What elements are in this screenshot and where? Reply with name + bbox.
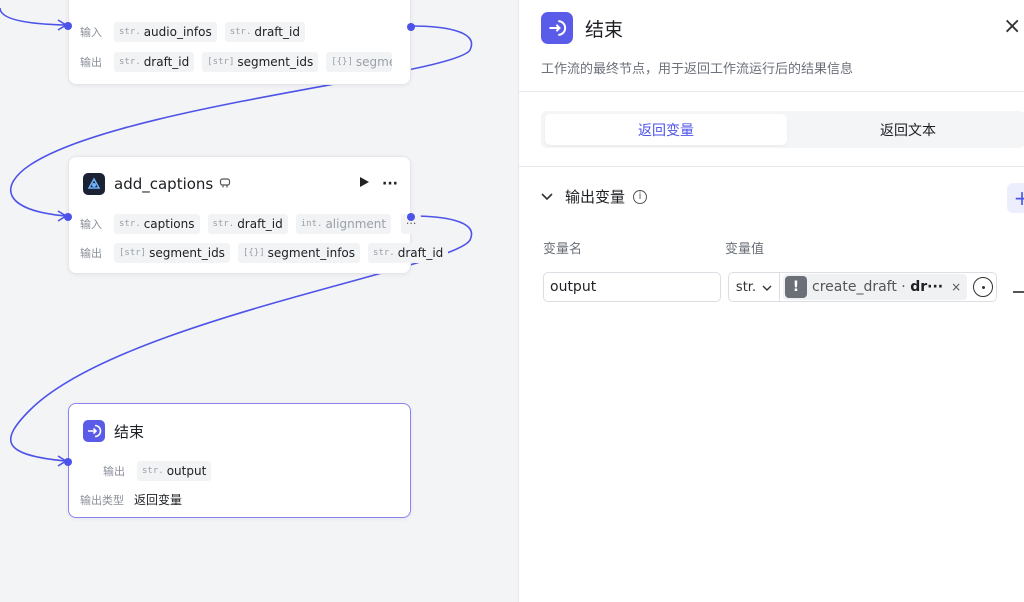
output-chip: str. output	[137, 460, 212, 481]
output-port[interactable]	[407, 23, 415, 31]
variable-picker-icon[interactable]	[973, 277, 994, 297]
type-label: str.	[735, 279, 757, 295]
input-chip: str. captions	[114, 213, 200, 234]
section-title: 输出变量	[565, 188, 626, 206]
node-title: 结束	[114, 422, 145, 441]
node-title: add_captions	[114, 175, 214, 193]
close-icon[interactable]: ×	[1003, 14, 1024, 39]
node-input-row: 输入 str. audio_infos str. draft_id	[69, 17, 313, 46]
outputs-label: 输出	[80, 246, 102, 260]
node-menu-button[interactable]: ···	[382, 176, 398, 192]
chevron-down-icon	[762, 280, 772, 295]
node-input-row: 输入 str. captions str. draft_id int. alignme…	[69, 209, 422, 238]
variable-name-input[interactable]	[543, 272, 721, 302]
input-chip: str. draft_id	[207, 213, 288, 234]
tab-return-variable[interactable]: 返回变量	[545, 114, 787, 145]
info-icon[interactable]: i	[633, 189, 648, 204]
output-port[interactable]	[407, 213, 415, 221]
return-mode-tabs: 返回变量 返回文本	[541, 111, 1024, 148]
chevron-down-icon[interactable]	[541, 190, 553, 204]
output-chip: [{}] segment_infos	[237, 242, 361, 263]
outputs-label: 输出	[103, 464, 125, 478]
tab-return-text[interactable]: 返回文本	[791, 114, 1024, 145]
outputs-label: 输出	[80, 55, 102, 69]
input-chip: str. draft_id	[224, 21, 305, 42]
node-output-row: 输出 [str] segment_ids [{}] segment_infos st…	[69, 238, 449, 267]
panel-title: 结束	[585, 18, 624, 41]
node-output-row: 输出 str. output	[69, 456, 410, 485]
divider	[519, 166, 1024, 167]
input-port[interactable]	[64, 458, 72, 466]
node-output-type-row: 输出类型 返回变量	[69, 485, 410, 514]
output-type-value: 返回变量	[134, 493, 183, 507]
column-label-value: 变量值	[725, 242, 765, 257]
output-chip: [{}]segmen	[326, 51, 393, 72]
type-select[interactable]: str.	[729, 273, 780, 301]
variable-reference-tag[interactable]: ! create_draft · dr··· ×	[783, 274, 968, 300]
workflow-node-add-captions[interactable]: add_captions ··· 输入 str. captions str. dra…	[64, 156, 449, 274]
end-node-icon	[541, 12, 573, 44]
output-chip: [str] segment_ids	[202, 51, 319, 72]
inputs-label: 输入	[80, 25, 102, 39]
output-chip: str. draft_id	[368, 242, 449, 263]
workflow-node-top[interactable]: 输入 str. audio_infos str. draft_id 输出 str. d…	[64, 0, 415, 85]
panel-description: 工作流的最终节点，用于返回工作流运行后的结果信息	[541, 62, 854, 77]
remove-variable-button[interactable]	[1013, 291, 1024, 293]
end-node-icon	[83, 420, 105, 442]
workflow-canvas[interactable]: 输入 str. audio_infos str. draft_id 输出 str. d…	[0, 0, 518, 602]
add-variable-button[interactable]: +	[1007, 183, 1024, 213]
input-port[interactable]	[64, 213, 72, 221]
workflow-node-end[interactable]: 结束 输出 str. output 输出类型 返回变量	[64, 403, 411, 518]
output-type-label: 输出类型	[80, 493, 124, 507]
node-settings-panel: 结束 × 工作流的最终节点，用于返回工作流运行后的结果信息 返回变量 返回文本 …	[518, 0, 1024, 602]
input-chip: str. audio_infos	[114, 21, 217, 42]
column-label-name: 变量名	[543, 242, 583, 257]
inputs-label: 输入	[80, 217, 102, 231]
remove-reference-icon[interactable]: ×	[951, 280, 961, 294]
divider	[519, 91, 1024, 92]
input-port[interactable]	[64, 22, 72, 30]
play-icon[interactable]	[359, 176, 370, 192]
warning-icon: !	[785, 276, 807, 298]
output-chip: [str] segment_ids	[114, 242, 230, 263]
plugin-icon	[83, 173, 105, 195]
reference-text: create_draft · dr···	[812, 279, 944, 295]
variable-value-field[interactable]: str. ! create_draft · dr··· ×	[728, 272, 997, 302]
plugin-badge-icon	[219, 177, 231, 192]
output-chip: str. draft_id	[114, 51, 195, 72]
node-output-row: 输出 str. draft_id [str] segment_ids [{}] seg…	[69, 47, 410, 76]
input-chip: int. alignment	[295, 213, 392, 234]
output-variables-section[interactable]: 输出变量 i	[541, 186, 648, 207]
